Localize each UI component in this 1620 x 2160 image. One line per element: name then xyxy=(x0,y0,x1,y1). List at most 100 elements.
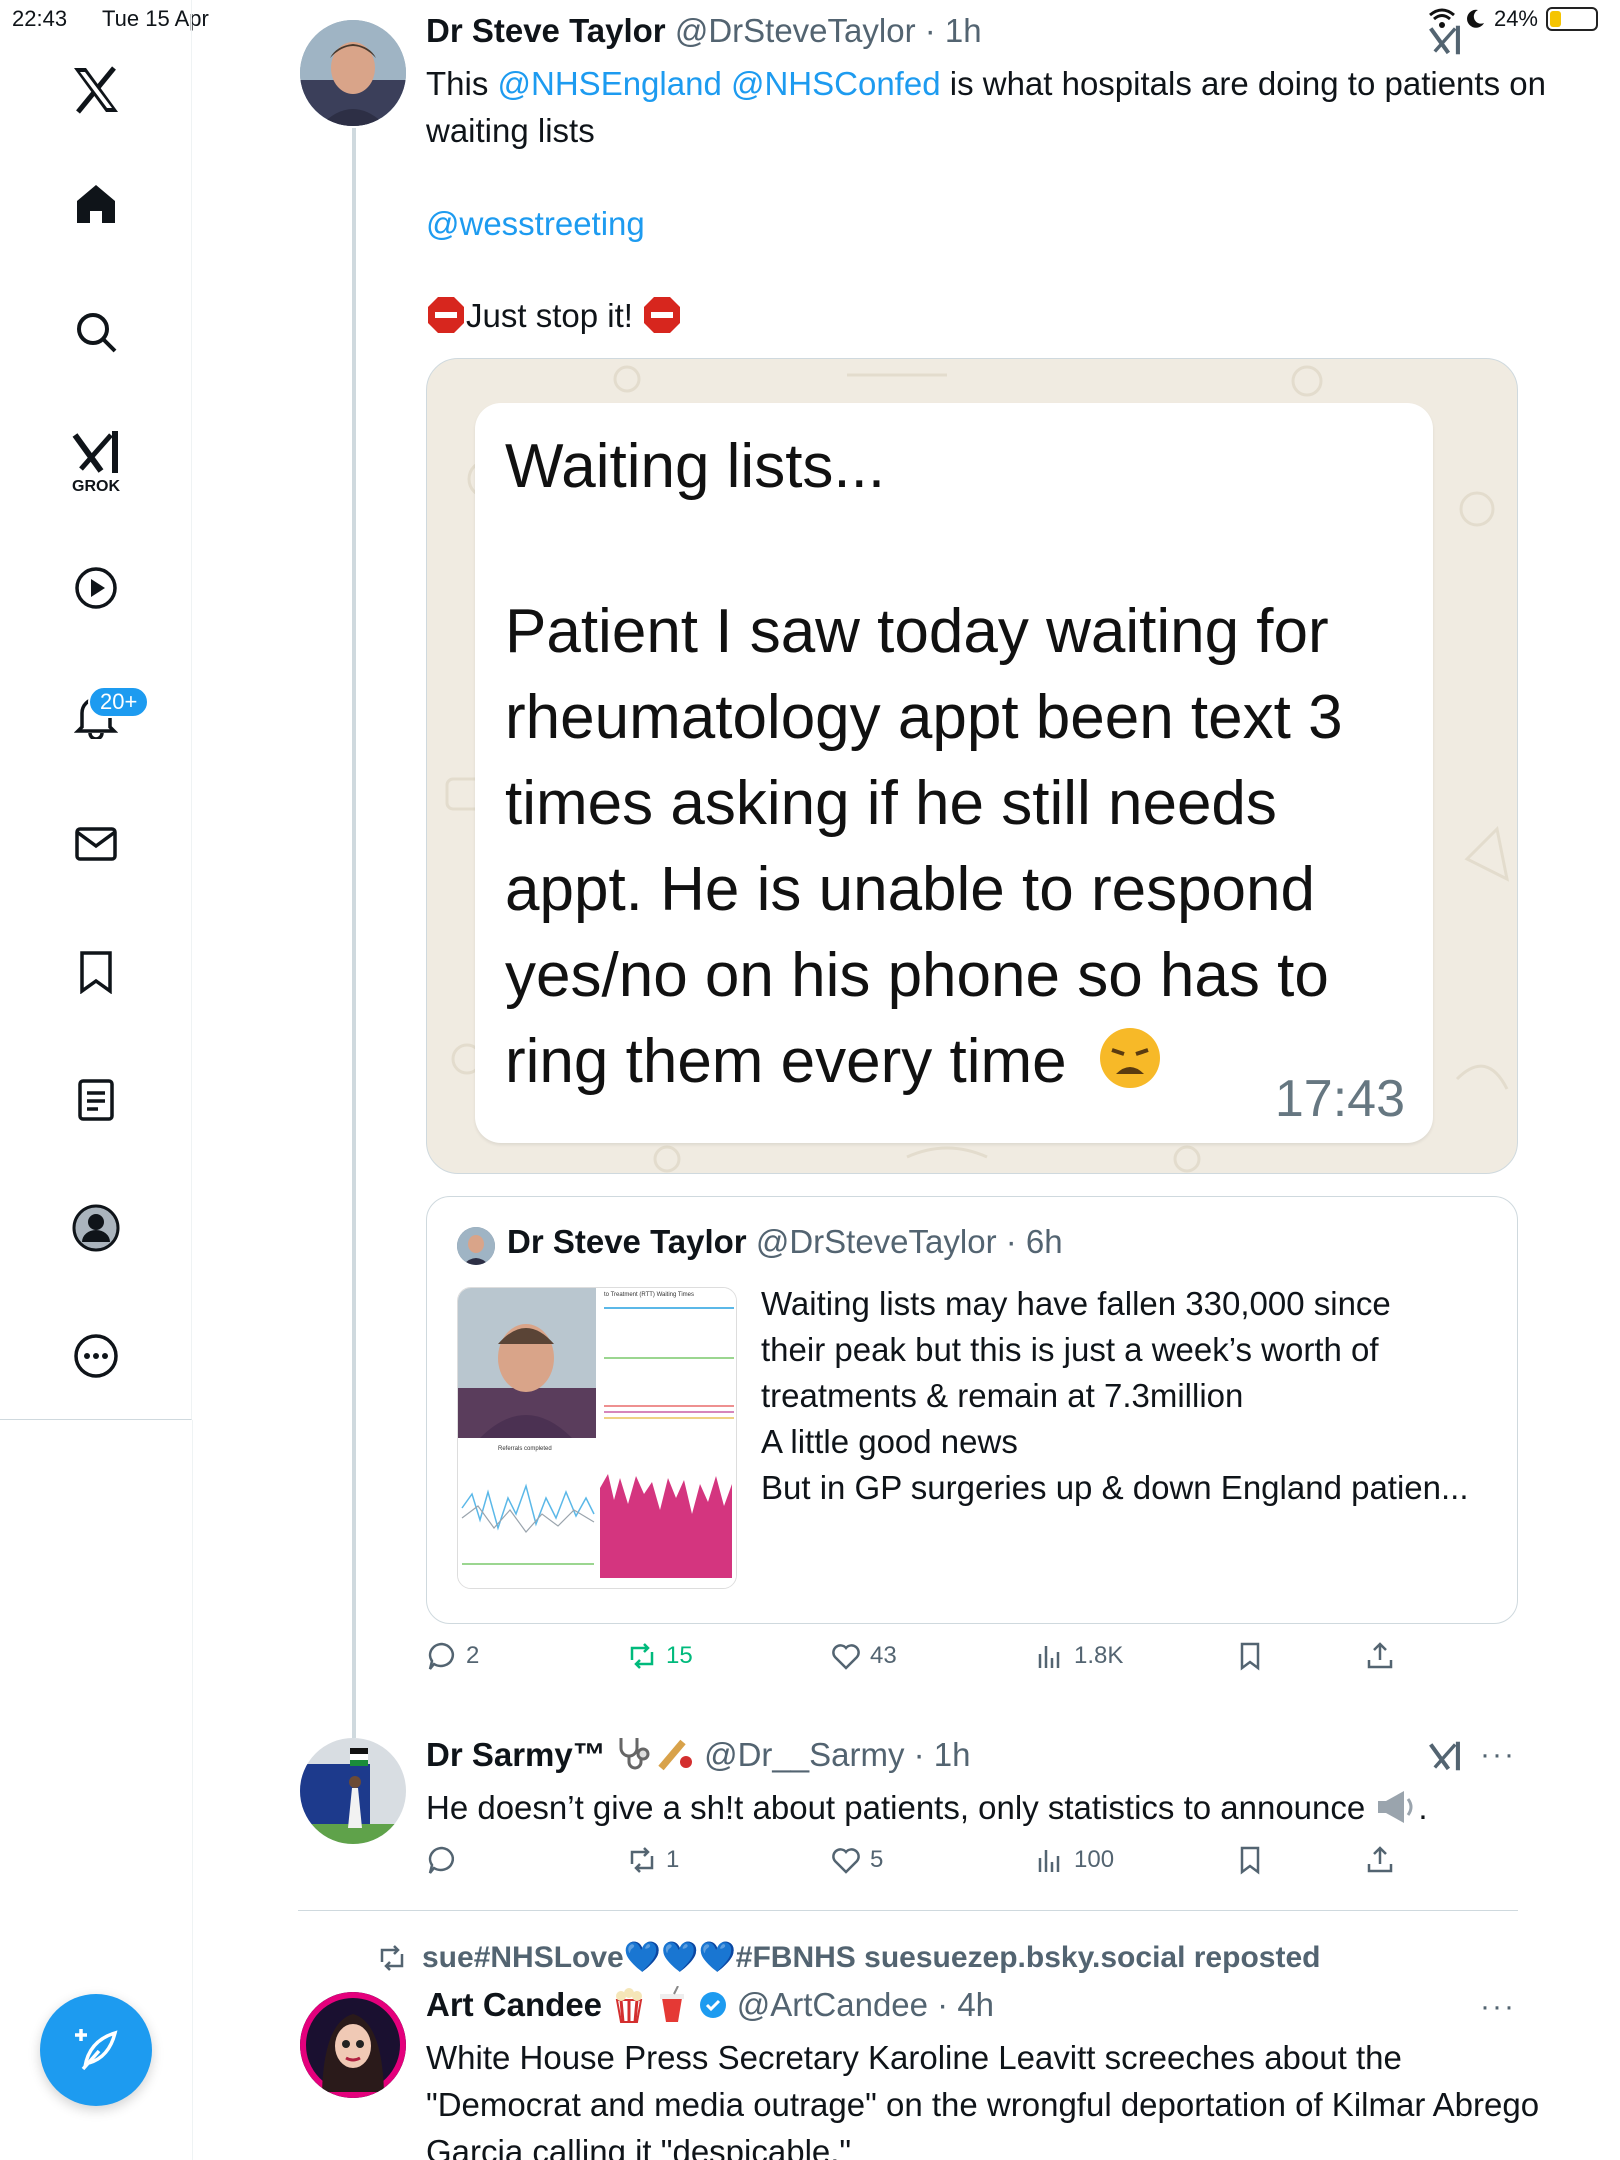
battery-icon xyxy=(1546,7,1598,31)
author-name[interactable]: Dr Steve Taylor xyxy=(426,12,666,49)
grok-explain-icon[interactable] xyxy=(1428,24,1462,61)
search-icon[interactable] xyxy=(70,306,122,358)
quote-thumbnail: to Treatment (RTT) Waiting Times Referra… xyxy=(457,1287,737,1589)
like-button[interactable]: 43 xyxy=(830,1640,897,1672)
share-icon xyxy=(1367,1642,1393,1669)
post-actions: 1 5 100 xyxy=(426,1844,1426,1884)
grok-label: GROK xyxy=(72,478,120,495)
author-name[interactable]: Dr Sarmy™ xyxy=(426,1736,606,1773)
post-time[interactable]: · 1h xyxy=(914,1736,971,1773)
lists-icon[interactable] xyxy=(70,1074,122,1126)
tweet-text: Just stop it! xyxy=(466,297,643,334)
share-icon xyxy=(1367,1846,1393,1873)
mention-link[interactable]: @wesstreeting xyxy=(426,205,645,242)
share-button[interactable] xyxy=(1364,1844,1396,1876)
repost-button[interactable]: 1 xyxy=(626,1844,679,1876)
heart-icon xyxy=(832,1848,860,1874)
grok-icon[interactable] xyxy=(70,426,122,478)
bubble-body: Patient I saw today waiting for rheumato… xyxy=(505,589,1415,1105)
reposted-by-line[interactable]: sue#NHSLove💙💙💙#FBNHS suesuezep.bsky.soci… xyxy=(376,1940,1320,1975)
tweet-text: This xyxy=(426,65,498,102)
bookmark-button[interactable] xyxy=(1234,1640,1266,1672)
tweet-image[interactable]: Waiting lists... Patient I saw today wai… xyxy=(426,358,1518,1174)
quote-text-line: Waiting lists may have fallen 330,000 si… xyxy=(761,1285,1391,1322)
reposted-by-text: sue#NHSLove💙💙💙#FBNHS suesuezep.bsky.soci… xyxy=(422,1941,1321,1974)
popcorn-icon xyxy=(616,1988,643,2023)
home-icon[interactable] xyxy=(70,178,122,230)
tweet-text: He doesn’t give a sh!t about patients, o… xyxy=(426,1789,1366,1826)
quote-text-line: A little good news xyxy=(761,1423,1018,1460)
like-count: 5 xyxy=(870,1846,884,1873)
tweet-body-line3: Just stop it! xyxy=(426,292,682,339)
tweet-header: Dr Sarmy™ @Dr__Sarmy · 1h xyxy=(426,1736,971,1774)
notification-badge: 20+ xyxy=(88,686,150,718)
profile-icon[interactable] xyxy=(70,1202,122,1254)
x-logo-icon[interactable] xyxy=(70,64,122,116)
repost-icon xyxy=(380,1944,404,1971)
repost-icon xyxy=(630,1643,654,1669)
avatar[interactable] xyxy=(300,20,406,126)
author-handle[interactable]: @ArtCandee xyxy=(737,1986,928,2023)
grok-explain-icon[interactable] xyxy=(1428,1740,1462,1777)
quoted-post[interactable]: Dr Steve Taylor @DrSteveTaylor · 6h to T… xyxy=(426,1196,1518,1624)
mention-link[interactable]: @NHSConfed xyxy=(731,65,941,102)
tweet-body: This @NHSEngland @NHSConfed is what hosp… xyxy=(426,60,1546,154)
thread-connector xyxy=(352,128,356,1738)
quote-header: Dr Steve Taylor @DrSteveTaylor · 6h xyxy=(507,1223,1063,1261)
reply-count: 2 xyxy=(466,1642,480,1669)
post-time[interactable]: · 4h xyxy=(937,1986,994,2023)
reply-icon xyxy=(428,1846,454,1874)
more-circle-icon[interactable] xyxy=(70,1330,122,1382)
quote-text-line: their peak but this is just a week’s wor… xyxy=(761,1331,1379,1368)
mention-link[interactable]: @NHSEngland xyxy=(498,65,722,102)
stop-sign-icon xyxy=(644,297,681,333)
bookmark-button[interactable] xyxy=(1234,1844,1266,1876)
tweet-body-mention: @wesstreeting xyxy=(426,200,645,247)
bubble-time: 17:43 xyxy=(1274,1070,1405,1128)
tweet-body: White House Press Secretary Karoline Lea… xyxy=(426,2034,1546,2160)
bubble-title: Waiting lists... xyxy=(505,432,886,501)
quote-text-line: But in GP surgeries up & down England pa… xyxy=(761,1469,1469,1506)
video-play-icon[interactable] xyxy=(70,562,122,614)
like-button[interactable]: 5 xyxy=(830,1844,883,1876)
tweet-body: He doesn’t give a sh!t about patients, o… xyxy=(426,1784,1546,1831)
view-count: 100 xyxy=(1074,1846,1115,1873)
reply-button[interactable] xyxy=(426,1844,466,1876)
tweet-text: . xyxy=(1418,1789,1428,1826)
weary-face-icon xyxy=(1099,1028,1160,1088)
bubble-text: Patient I saw today waiting for rheumato… xyxy=(505,597,1343,1096)
post-actions: 2 15 43 1.8K xyxy=(426,1640,1426,1680)
more-options-icon[interactable]: ··· xyxy=(1480,1990,1516,2024)
quote-body: Waiting lists may have fallen 330,000 si… xyxy=(761,1281,1491,1511)
avatar[interactable] xyxy=(300,1738,406,1844)
author-name[interactable]: Art Candee xyxy=(426,1986,602,2023)
envelope-icon[interactable] xyxy=(70,818,122,870)
share-button[interactable] xyxy=(1364,1640,1396,1672)
reply-button[interactable]: 2 xyxy=(426,1640,479,1672)
views-button[interactable]: 100 xyxy=(1034,1844,1114,1876)
megaphone-icon xyxy=(1378,1791,1413,1823)
post-time[interactable]: · 1h xyxy=(925,12,982,49)
stop-sign-icon xyxy=(428,297,464,333)
verified-badge-icon xyxy=(699,1992,726,2018)
repost-button[interactable]: 15 xyxy=(626,1640,693,1672)
repost-count: 15 xyxy=(666,1642,693,1669)
cricket-icon xyxy=(658,1739,692,1771)
view-count: 1.8K xyxy=(1074,1642,1124,1669)
author-handle: @DrSteveTaylor xyxy=(755,1223,997,1260)
author-handle[interactable]: @DrSteveTaylor xyxy=(675,12,916,49)
author-handle[interactable]: @Dr__Sarmy xyxy=(704,1736,904,1773)
drink-icon xyxy=(660,1985,685,2022)
like-count: 43 xyxy=(870,1642,897,1669)
stethoscope-icon xyxy=(619,1738,650,1770)
avatar[interactable] xyxy=(300,1992,406,2098)
reply-icon xyxy=(428,1642,454,1670)
compose-post-button[interactable] xyxy=(40,1994,152,2106)
views-chart-icon xyxy=(1038,1850,1060,1872)
repost-icon xyxy=(630,1847,654,1873)
tweet-text xyxy=(722,65,731,102)
thumb-title: Referrals completed xyxy=(498,1446,552,1452)
more-options-icon[interactable]: ··· xyxy=(1480,1738,1516,1772)
views-button[interactable]: 1.8K xyxy=(1034,1640,1123,1672)
bookmark-icon[interactable] xyxy=(70,946,122,998)
